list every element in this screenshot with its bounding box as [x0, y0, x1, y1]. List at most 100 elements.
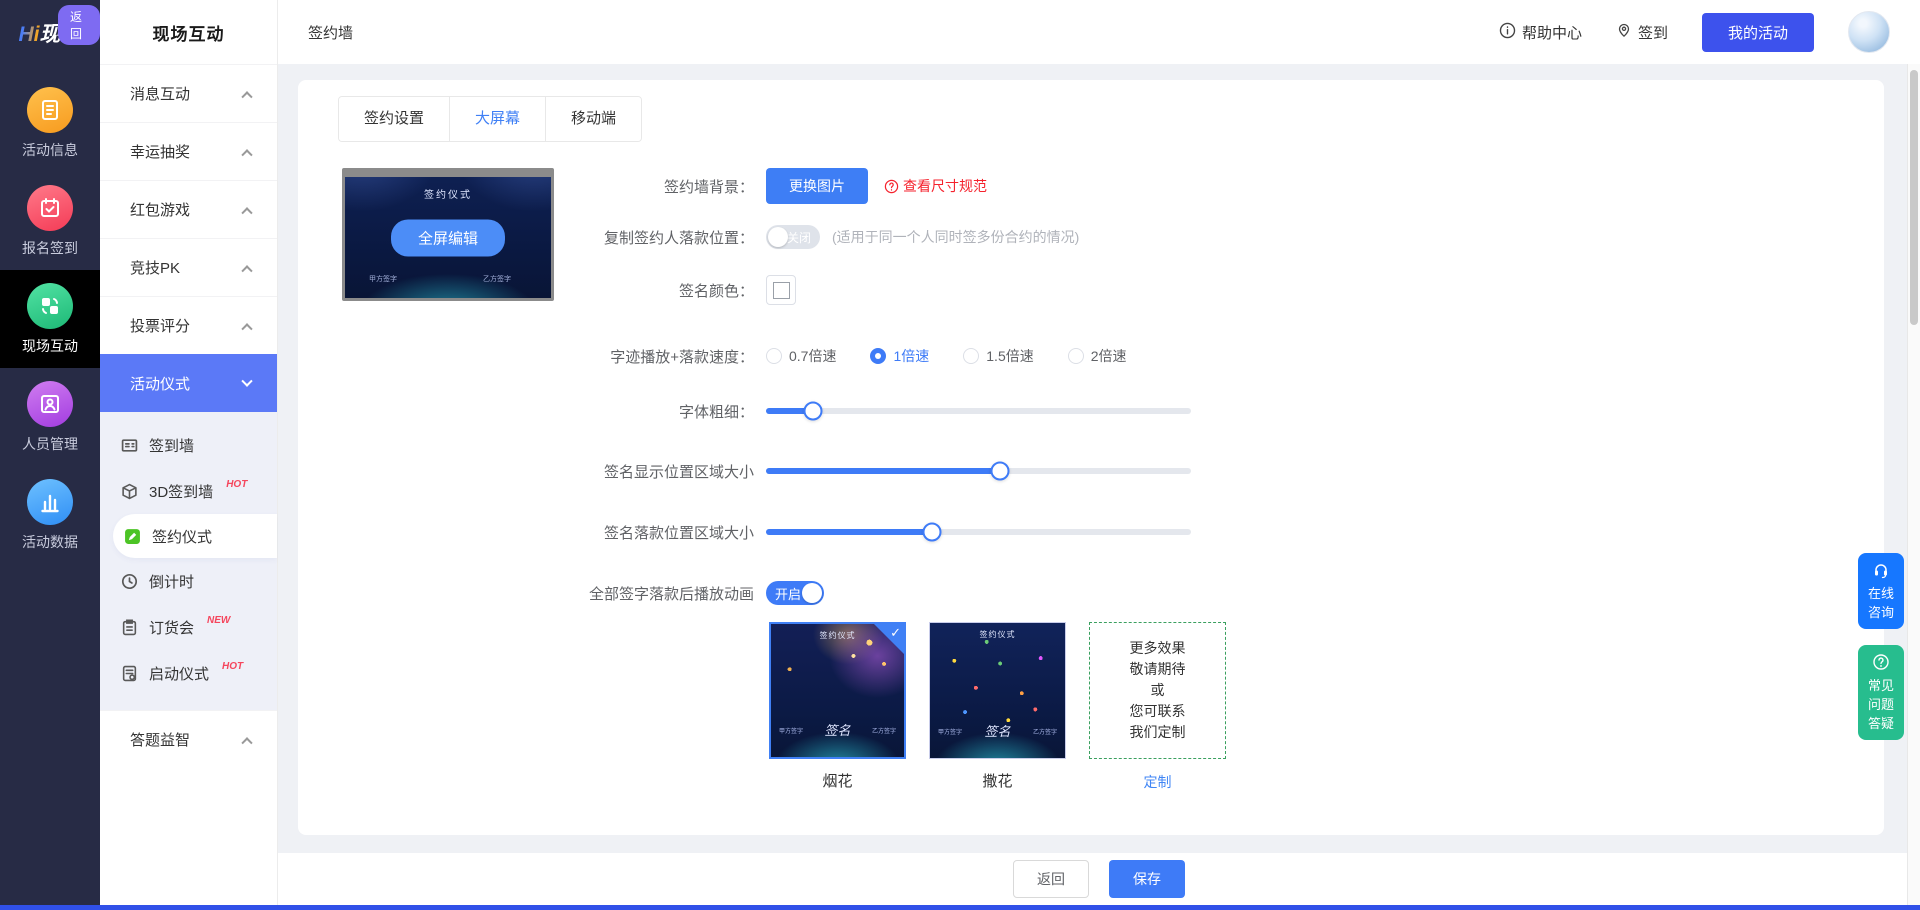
calendar-check-icon [27, 185, 73, 231]
item-badge: NEW [207, 615, 230, 626]
sidebar-section-message[interactable]: 消息互动 [100, 64, 277, 122]
person-icon [27, 381, 73, 427]
check-icon: ✓ [890, 625, 901, 641]
speed-option-0-7x[interactable]: 0.7倍速 [766, 346, 836, 366]
slider-thumb[interactable] [803, 402, 822, 421]
submenu-item-countdown[interactable]: 倒计时 [100, 558, 277, 604]
chevron-up-icon [241, 265, 252, 276]
sidebar: 现场互动 消息互动 幸运抽奖 红包游戏 竞技PK 投票评分 活动仪式 签到墙 3… [100, 0, 278, 905]
form-row-animation: 全部签字落款后播放动画 开启 [298, 581, 1884, 605]
submenu-item-launch-ceremony[interactable]: 启动仪式HOT [100, 650, 277, 696]
rail-item-event-info[interactable]: 活动信息 [0, 74, 100, 172]
chevron-up-icon [241, 91, 252, 102]
more-effects-box: 更多效果 敬请期待 或 您可联系 我们定制 [1089, 622, 1226, 759]
slider-thumb[interactable] [922, 523, 941, 542]
sidebar-title: 现场互动 [100, 0, 277, 64]
display-area-slider[interactable] [766, 468, 1191, 474]
page-scrollbar [1907, 64, 1920, 905]
animation-cards: 签约仪式 签名 甲方签字 乙方签字 ✓ 烟花 签约仪式 签名 [769, 622, 1226, 792]
sidebar-section-redpacket[interactable]: 红包游戏 [100, 180, 277, 238]
help-center-link[interactable]: 帮助中心 [1499, 22, 1582, 43]
form-row-speed: 字迹播放+落款速度： 0.7倍速 1倍速 1.5倍速 [298, 346, 1884, 366]
item-badge: HOT [226, 479, 247, 490]
sidebar-section-pk[interactable]: 竞技PK [100, 238, 277, 296]
settings-card: 签约设置 大屏幕 移动端 签约仪式 全屏编辑 甲方签字 乙方签字 签约墙背景： … [298, 80, 1884, 835]
sign-area-slider[interactable] [766, 529, 1191, 535]
radio-icon [766, 348, 782, 364]
wall-icon [121, 437, 138, 454]
rail-item-personnel[interactable]: 人员管理 [0, 368, 100, 466]
speed-option-1-5x[interactable]: 1.5倍速 [963, 346, 1033, 366]
left-rail: 返回 Hi现场 活动信息 报名签到 现场互动 [0, 0, 100, 905]
form-row-sign-area: 签名落款位置区域大小 [298, 522, 1884, 542]
chevron-up-icon [241, 149, 252, 160]
size-spec-link[interactable]: 查看尺寸规范 [884, 176, 987, 196]
cube-icon [121, 483, 138, 500]
sidebar-section-ceremony[interactable]: 活动仪式 [100, 354, 277, 412]
avatar[interactable] [1848, 11, 1890, 53]
headset-icon [1872, 561, 1890, 583]
tab-mobile[interactable]: 移动端 [546, 97, 641, 141]
submenu-item-signing-ceremony[interactable]: 签约仪式 [113, 514, 277, 558]
radio-icon [963, 348, 979, 364]
form-row-copy-position: 复制签约人落款位置： 关闭 (适用于同一个人同时签多份合约的情况) [298, 220, 1884, 254]
font-weight-slider[interactable] [766, 408, 1191, 414]
customize-link[interactable]: 定制 [1144, 772, 1172, 792]
chevron-up-icon [241, 737, 252, 748]
checkin-link[interactable]: 签到 [1616, 22, 1668, 43]
display-area-label: 签名显示位置区域大小 [298, 461, 754, 482]
copy-position-hint: (适用于同一个人同时签多份合约的情况) [832, 227, 1079, 247]
speed-option-2x[interactable]: 2倍速 [1068, 346, 1127, 366]
screens-sync-icon [27, 283, 73, 329]
chevron-up-icon [241, 207, 252, 218]
rail-item-signup-checkin[interactable]: 报名签到 [0, 172, 100, 270]
change-image-button[interactable]: 更换图片 [766, 168, 868, 204]
rail-item-live-interaction[interactable]: 现场互动 [0, 270, 100, 368]
form-row-signature-color: 签名颜色： [298, 273, 1884, 307]
submenu-item-order-fair[interactable]: 订货会NEW [100, 604, 277, 650]
card-label: 烟花 [822, 770, 852, 791]
footer-bar: 返回 保存 [278, 853, 1920, 905]
tab-big-screen[interactable]: 大屏幕 [450, 97, 546, 141]
submenu-item-checkin-wall[interactable]: 签到墙 [100, 422, 277, 468]
scrollbar-thumb[interactable] [1910, 70, 1918, 325]
animation-card-fireworks[interactable]: 签约仪式 签名 甲方签字 乙方签字 ✓ [769, 622, 906, 759]
info-icon [1499, 22, 1516, 43]
tab-signing-settings[interactable]: 签约设置 [339, 97, 450, 141]
sidebar-section-lottery[interactable]: 幸运抽奖 [100, 122, 277, 180]
bar-chart-icon [27, 479, 73, 525]
page-title: 签约墙 [308, 22, 353, 43]
faq-button[interactable]: 常见 问题 答疑 [1858, 645, 1904, 740]
speed-label: 字迹播放+落款速度： [298, 346, 754, 367]
submenu-item-3d-checkin-wall[interactable]: 3D签到墙HOT [100, 468, 277, 514]
animation-card-confetti[interactable]: 签约仪式 签名 甲方签字 乙方签字 [929, 622, 1066, 759]
help-circle-icon [884, 179, 899, 194]
topbar-right: 帮助中心 签到 我的活动 [1499, 11, 1890, 53]
signature-color-swatch[interactable] [766, 275, 796, 305]
toggle-knob [768, 227, 788, 247]
sidebar-section-voting[interactable]: 投票评分 [100, 296, 277, 354]
my-events-button[interactable]: 我的活动 [1702, 13, 1814, 52]
clipboard-icon [121, 619, 138, 636]
back-badge[interactable]: 返回 [58, 5, 100, 45]
radio-icon [1068, 348, 1084, 364]
copy-position-toggle[interactable]: 关闭 [766, 225, 820, 249]
ceremony-submenu: 签到墙 3D签到墙HOT 签约仪式 倒计时 订货会NEW 启动仪式HOT [100, 412, 277, 710]
rail-item-label: 活动信息 [22, 140, 78, 160]
sidebar-section-quiz[interactable]: 答题益智 [100, 710, 277, 768]
animation-toggle[interactable]: 开启 [766, 581, 824, 605]
form-row-background: 签约墙背景： 更换图片 查看尺寸规范 [298, 169, 1884, 203]
background-label: 签约墙背景： [298, 176, 754, 197]
copy-position-label: 复制签约人落款位置： [298, 227, 754, 248]
radio-icon [870, 348, 886, 364]
slider-thumb[interactable] [990, 462, 1009, 481]
save-button[interactable]: 保存 [1109, 860, 1185, 898]
form-row-display-area: 签名显示位置区域大小 [298, 461, 1884, 481]
back-button[interactable]: 返回 [1013, 860, 1089, 898]
speed-option-1x[interactable]: 1倍速 [870, 346, 929, 366]
card-label: 撒花 [982, 770, 1012, 791]
online-consult-button[interactable]: 在线 咨询 [1858, 553, 1904, 629]
chevron-up-icon [241, 323, 252, 334]
clock-icon [121, 573, 138, 590]
rail-item-event-data[interactable]: 活动数据 [0, 466, 100, 564]
